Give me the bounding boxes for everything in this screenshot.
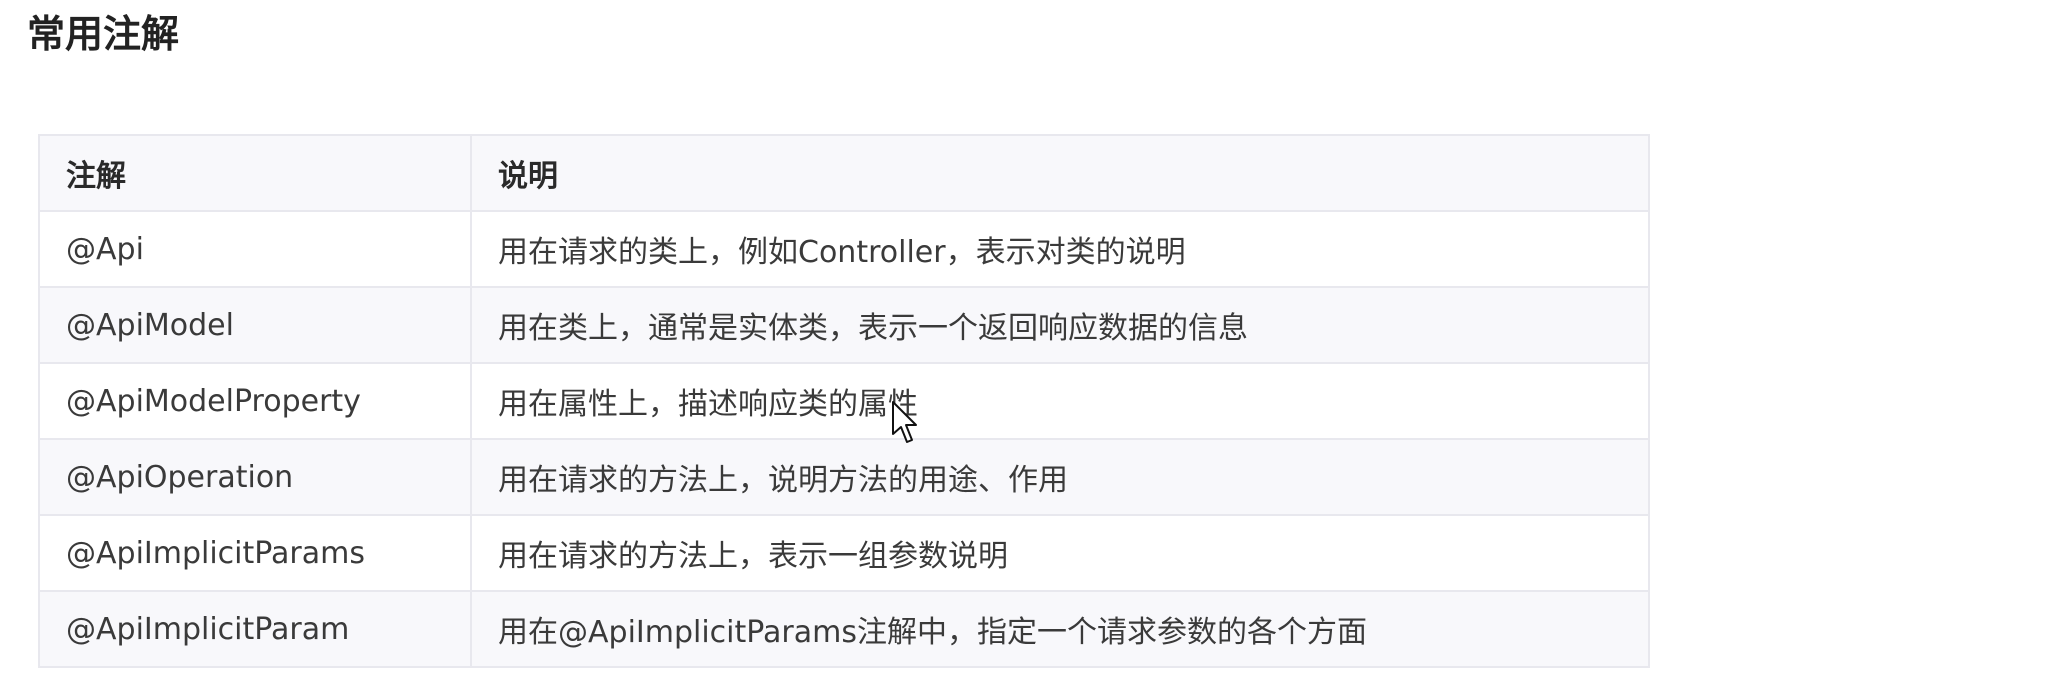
- table-row: @ApiImplicitParams 用在请求的方法上，表示一组参数说明: [38, 514, 1650, 592]
- description-cell: 用在@ApiImplicitParams注解中，指定一个请求参数的各个方面: [470, 590, 1650, 668]
- column-header-description: 说明: [470, 134, 1650, 212]
- description-cell: 用在属性上，描述响应类的属性: [470, 362, 1650, 440]
- annotation-cell: @ApiModel: [38, 286, 472, 364]
- annotations-table: 注解 说明 @Api 用在请求的类上，例如Controller，表示对类的说明 …: [38, 134, 1650, 668]
- annotation-cell: @ApiImplicitParams: [38, 514, 472, 592]
- mouse-pointer-icon: [892, 401, 917, 443]
- table-row: @ApiModelProperty 用在属性上，描述响应类的属性: [38, 362, 1650, 440]
- annotation-cell: @ApiModelProperty: [38, 362, 472, 440]
- page-title: 常用注解: [27, 12, 180, 56]
- description-cell: 用在请求的类上，例如Controller，表示对类的说明: [470, 210, 1650, 288]
- annotation-cell: @ApiOperation: [38, 438, 472, 516]
- table-row: @ApiOperation 用在请求的方法上，说明方法的用途、作用: [38, 438, 1650, 516]
- description-cell: 用在请求的方法上，表示一组参数说明: [470, 514, 1650, 592]
- table-row: @ApiImplicitParam 用在@ApiImplicitParams注解…: [38, 590, 1650, 668]
- description-cell: 用在请求的方法上，说明方法的用途、作用: [470, 438, 1650, 516]
- annotation-cell: @Api: [38, 210, 472, 288]
- table-header-row: 注解 说明: [38, 134, 1650, 212]
- annotation-cell: @ApiImplicitParam: [38, 590, 472, 668]
- page: 常用注解 注解 说明 @Api 用在请求的类上，例如Controller，表示对…: [0, 0, 2046, 693]
- column-header-annotation: 注解: [38, 134, 472, 212]
- table-row: @ApiModel 用在类上，通常是实体类，表示一个返回响应数据的信息: [38, 286, 1650, 364]
- description-cell: 用在类上，通常是实体类，表示一个返回响应数据的信息: [470, 286, 1650, 364]
- table-row: @Api 用在请求的类上，例如Controller，表示对类的说明: [38, 210, 1650, 288]
